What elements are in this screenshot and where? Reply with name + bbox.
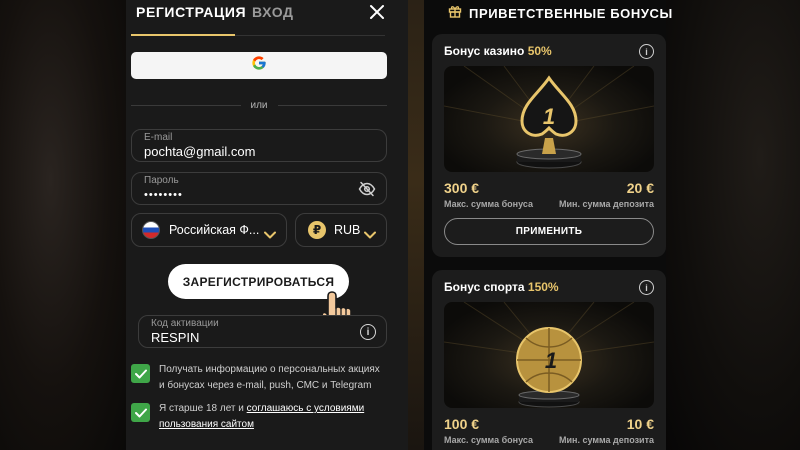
casino-bonus-card: Бонус казино 50% i 1 300 € 20 € Макс. су… [432,34,666,257]
max-bonus-label: Макс. сумма бонуса [444,199,533,209]
country-select[interactable]: Российская Ф... [131,213,287,247]
promo-code-label: Код активации [151,318,219,329]
max-bonus-amount: 100 € [444,416,480,432]
google-icon [251,55,267,76]
sport-bonus-card: Бонус спорта 150% i 1 100 € 10 € Макс. с… [432,270,666,450]
background-right [666,0,800,450]
gift-icon [448,4,462,23]
marketing-consent-text: Получать информацию о персональных акция… [159,364,380,391]
card-title-text: Бонус казино [444,44,525,58]
password-label: Пароль [144,175,179,186]
bonuses-title: ПРИВЕТСТВЕННЫЕ БОНУСЫ [469,5,673,21]
tab-active-underline [131,34,235,36]
checkmark-icon [134,369,147,378]
card-percent: 150% [527,280,559,294]
tab-registration[interactable]: РЕГИСТРАЦИЯ [136,4,246,24]
currency-select[interactable]: ₽ RUB [295,213,387,247]
google-signin-button[interactable] [131,52,387,79]
russia-flag-icon [142,221,160,239]
min-deposit-label: Мин. сумма депозита [558,199,654,209]
tab-login[interactable]: ВХОД [252,4,294,24]
email-value[interactable]: pochta@gmail.com [144,144,344,159]
email-label: E-mail [144,132,173,143]
background-divider [408,0,424,450]
or-line-left [131,104,241,106]
eye-off-icon[interactable] [358,181,376,197]
max-bonus-amount: 300 € [444,180,480,196]
currency-value: RUB [334,223,361,237]
or-text: или [250,99,268,111]
trophy-number: 1 [543,104,555,129]
email-field[interactable]: E-mail pochta@gmail.com [131,129,387,162]
min-deposit-amount: 10 € [626,416,654,432]
ball-number: 1 [545,348,557,373]
password-value[interactable]: •••••••• [144,189,344,201]
background-left [0,0,126,450]
golden-ball-image: 1 [444,302,654,408]
apply-button[interactable]: ПРИМЕНИТЬ [444,218,654,245]
tab-divider [235,35,385,36]
card-title: Бонус спорта 150% [444,280,559,294]
bonuses-header: ПРИВЕТСТВЕННЫЕ БОНУСЫ [448,4,673,22]
spade-trophy-image: 1 [444,66,654,172]
info-icon[interactable]: i [639,280,654,295]
marketing-consent-checkbox[interactable] [131,364,150,383]
min-deposit-amount: 20 € [626,180,654,196]
password-field[interactable]: Пароль •••••••• [131,172,387,205]
min-deposit-label: Мин. сумма депозита [558,435,654,445]
or-divider: или [131,99,388,111]
promo-code-value[interactable]: RESPIN [151,330,351,345]
checkmark-icon [134,408,147,417]
or-line-right [277,104,388,106]
chevron-down-icon [364,226,376,239]
card-title-text: Бонус спорта [444,280,525,294]
age-terms-prefix: Я старше 18 лет и [159,403,247,414]
promo-code-field[interactable]: Код активации RESPIN i [138,315,387,348]
info-icon[interactable]: i [360,324,376,340]
age-terms-text: Я старше 18 лет и соглашаюсь с условиями… [159,401,387,433]
max-bonus-label: Макс. сумма бонуса [444,435,533,445]
age-terms-checkbox[interactable] [131,403,150,422]
ruble-coin-icon: ₽ [308,221,326,239]
chevron-down-icon [264,226,276,239]
country-value: Российская Ф... [169,223,260,237]
close-icon[interactable] [368,3,386,21]
info-icon[interactable]: i [639,44,654,59]
card-percent: 50% [527,44,552,58]
card-title: Бонус казино 50% [444,44,552,58]
